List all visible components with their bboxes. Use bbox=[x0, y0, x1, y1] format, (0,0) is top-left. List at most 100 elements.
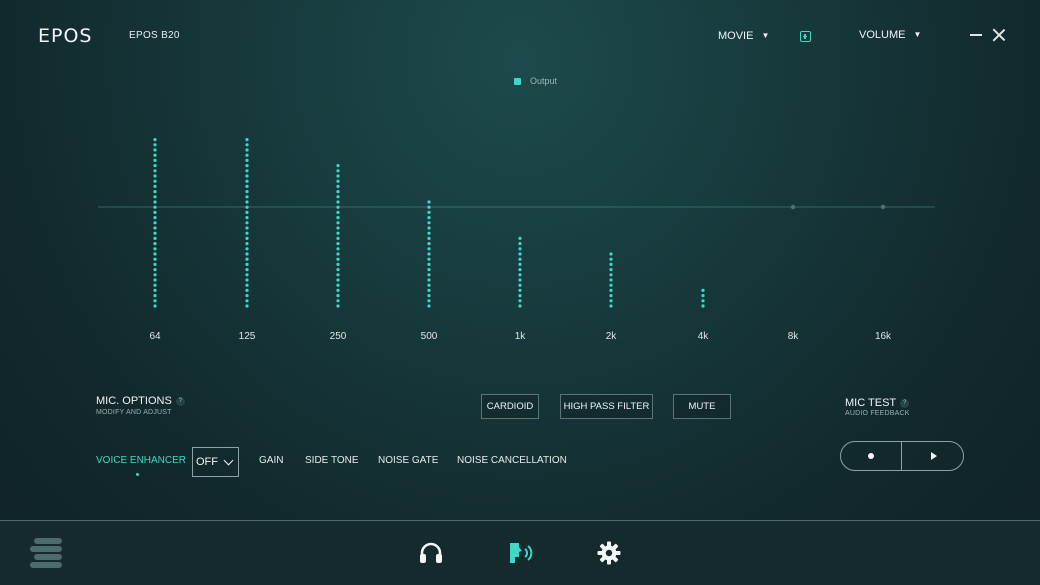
mic-options-title-text: MIC. OPTIONS bbox=[96, 395, 172, 407]
eq-dot bbox=[427, 294, 431, 298]
eq-dot bbox=[427, 231, 431, 235]
eq-dot bbox=[153, 236, 157, 240]
help-icon[interactable]: ? bbox=[900, 399, 910, 408]
eq-dot bbox=[609, 294, 613, 298]
eq-dot bbox=[518, 257, 522, 261]
eq-dot bbox=[336, 299, 340, 303]
eq-dot bbox=[427, 221, 431, 225]
eq-dot bbox=[427, 268, 431, 272]
eq-dot bbox=[609, 304, 613, 308]
eq-frequency-label: 4k bbox=[698, 331, 710, 342]
voice-enhancer-select[interactable]: OFF bbox=[192, 447, 239, 477]
eq-dot bbox=[427, 278, 431, 282]
eq-dot bbox=[336, 226, 340, 230]
eq-dot bbox=[336, 247, 340, 251]
eq-dot bbox=[701, 294, 705, 298]
eq-dot bbox=[336, 205, 340, 209]
eq-dot bbox=[153, 195, 157, 199]
eq-dot bbox=[427, 262, 431, 266]
mic-test-title: MIC TEST? bbox=[845, 397, 910, 409]
preset-dropdown[interactable]: MOVIE ▼ bbox=[718, 30, 769, 42]
eq-dot bbox=[245, 138, 249, 142]
close-icon[interactable] bbox=[992, 28, 1006, 42]
speaking-icon[interactable] bbox=[507, 540, 535, 566]
eq-dot bbox=[153, 190, 157, 194]
eq-dot bbox=[245, 288, 249, 292]
eq-dot bbox=[153, 184, 157, 188]
eq-dot bbox=[245, 242, 249, 246]
menu-icon[interactable] bbox=[28, 535, 64, 571]
eq-dot bbox=[153, 299, 157, 303]
eq-dot bbox=[153, 304, 157, 308]
eq-dot bbox=[245, 174, 249, 178]
eq-dot bbox=[153, 174, 157, 178]
record-button[interactable] bbox=[841, 442, 902, 470]
eq-dot bbox=[245, 153, 249, 157]
eq-dot bbox=[336, 210, 340, 214]
cardioid-button[interactable]: CARDIOID bbox=[481, 394, 539, 419]
eq-dot bbox=[245, 179, 249, 183]
eq-dot bbox=[245, 304, 249, 308]
help-icon[interactable]: ? bbox=[175, 397, 185, 406]
tab-noise-gate[interactable]: NOISE GATE bbox=[378, 455, 438, 466]
eq-dot bbox=[153, 138, 157, 142]
eq-dot bbox=[245, 268, 249, 272]
mute-button[interactable]: MUTE bbox=[673, 394, 731, 419]
volume-dropdown[interactable]: VOLUME ▼ bbox=[859, 29, 921, 41]
eq-dot bbox=[336, 184, 340, 188]
eq-dot bbox=[153, 242, 157, 246]
tab-voice-enhancer[interactable]: VOICE ENHANCER bbox=[96, 455, 186, 466]
legend-label: Output bbox=[530, 76, 558, 86]
eq-point-8k[interactable] bbox=[790, 204, 796, 210]
mic-test-control bbox=[840, 441, 964, 471]
eq-dot bbox=[427, 273, 431, 277]
eq-bar-1k[interactable] bbox=[518, 236, 522, 308]
eq-frequency-label: 250 bbox=[330, 331, 347, 342]
eq-dot bbox=[153, 288, 157, 292]
add-preset-icon[interactable] bbox=[800, 31, 811, 42]
headphones-icon[interactable] bbox=[418, 541, 444, 565]
eq-dot bbox=[609, 252, 613, 256]
eq-dot bbox=[518, 236, 522, 240]
tab-side-tone[interactable]: SIDE TONE bbox=[305, 455, 359, 466]
eq-bar-2k[interactable] bbox=[609, 252, 613, 308]
eq-point-16k[interactable] bbox=[880, 204, 886, 210]
eq-dot bbox=[245, 205, 249, 209]
eq-dot bbox=[153, 273, 157, 277]
eq-dot bbox=[153, 143, 157, 147]
eq-dot bbox=[336, 294, 340, 298]
eq-dot bbox=[245, 257, 249, 261]
play-button[interactable] bbox=[902, 442, 963, 470]
eq-bar-250[interactable] bbox=[336, 164, 340, 308]
eq-bar-16k[interactable] bbox=[880, 204, 886, 210]
gear-icon[interactable] bbox=[597, 541, 621, 565]
eq-bar-500[interactable] bbox=[427, 200, 431, 308]
minimize-icon[interactable] bbox=[970, 34, 982, 36]
eq-bar-125[interactable] bbox=[245, 138, 249, 308]
eq-dot bbox=[336, 304, 340, 308]
eq-dot bbox=[153, 257, 157, 261]
eq-dot bbox=[245, 278, 249, 282]
eq-dot bbox=[518, 252, 522, 256]
eq-dot bbox=[427, 288, 431, 292]
tab-gain[interactable]: GAIN bbox=[259, 455, 283, 466]
eq-bar-8k[interactable] bbox=[790, 204, 796, 210]
eq-bar-64[interactable] bbox=[153, 138, 157, 308]
eq-dot bbox=[245, 143, 249, 147]
eq-frequency-label: 125 bbox=[239, 331, 256, 342]
eq-dot bbox=[701, 299, 705, 303]
eq-dot bbox=[518, 247, 522, 251]
eq-dot bbox=[336, 169, 340, 173]
tab-noise-cancellation[interactable]: NOISE CANCELLATION bbox=[457, 455, 567, 466]
eq-dot bbox=[153, 200, 157, 204]
play-icon bbox=[930, 452, 937, 460]
eq-dot bbox=[153, 164, 157, 168]
eq-dot bbox=[336, 179, 340, 183]
eq-dot bbox=[336, 174, 340, 178]
record-icon bbox=[868, 453, 874, 459]
high-pass-filter-button[interactable]: HIGH PASS FILTER bbox=[560, 394, 653, 419]
eq-dot bbox=[427, 216, 431, 220]
eq-dot bbox=[245, 252, 249, 256]
eq-dot bbox=[609, 288, 613, 292]
eq-bar-4k[interactable] bbox=[701, 288, 705, 308]
